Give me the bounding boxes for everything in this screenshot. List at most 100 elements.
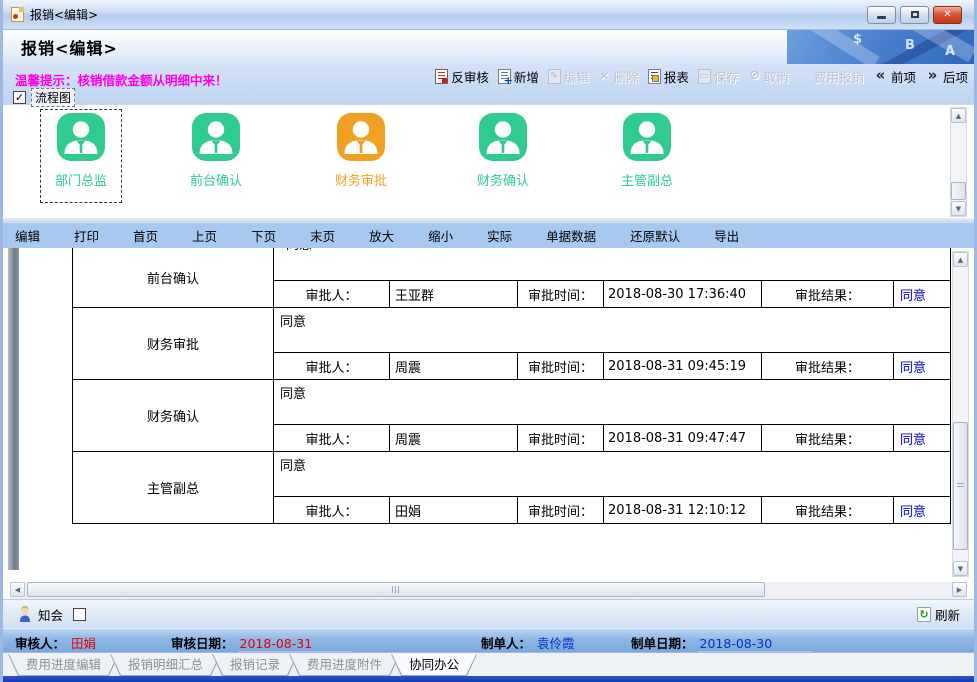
approve-time-label: 审批时间： [517, 353, 603, 379]
menu-item-label: 缩小 [428, 229, 453, 244]
report-horizontal-scrollbar[interactable]: ◀ ▶ [10, 582, 967, 599]
title-bar: 报销<编辑> ✕ [3, 0, 974, 30]
report-vertical-scrollbar[interactable]: ▲ ▼ [952, 251, 969, 577]
opinion-text: 同意 [280, 315, 306, 330]
toolbar-button-icon [648, 69, 661, 84]
menu-item-label: 导出 [714, 229, 739, 244]
page-title: 报销<编辑> [21, 35, 118, 59]
minimize-button[interactable] [867, 6, 896, 24]
audit-date-value: 2018-08-31 [238, 636, 353, 652]
menu-item-label: 末页 [310, 229, 335, 244]
flowchart-toggle-label: 流程图 [31, 88, 75, 107]
menu-zoom-in[interactable]: 放大 [369, 226, 394, 245]
menu-item-label: 打印 [74, 229, 99, 244]
flow-node-dept-director[interactable]: 部门总监 [36, 113, 126, 189]
tab-label: 费用进度附件 [289, 654, 400, 675]
flow-node-finance-approve[interactable]: 财务审批 [316, 113, 406, 189]
refresh-icon [917, 607, 931, 622]
approve-time-value: 2018-08-30 17:36:40 [603, 281, 761, 307]
approve-result-value: 同意 [893, 497, 950, 523]
notify-checkbox[interactable] [73, 608, 86, 621]
cancel-button[interactable]: 取消 [748, 67, 789, 86]
refresh-label: 刷新 [935, 605, 960, 624]
tab-expense-progress-attachments[interactable]: 费用进度附件 [289, 654, 400, 676]
expense-reimburse-button[interactable]: 费用报销 [814, 67, 864, 86]
workflow-vertical-scrollbar[interactable]: ▲ ▼ [950, 107, 967, 217]
opinion-cell: 同意 [274, 452, 950, 496]
person-avatar-icon [57, 113, 105, 161]
bottom-tab-bar: 费用进度编辑 报销明细汇总 报销记录 费用进度附件 [3, 652, 974, 676]
edit-button[interactable]: 编辑 [548, 67, 589, 86]
approve-time-value: 2018-08-31 09:47:47 [603, 425, 761, 451]
stage-name-cell: 主管副总 [73, 452, 274, 523]
approve-time-label: 审批时间： [517, 425, 603, 451]
unaudit-button[interactable]: 反审核 [435, 67, 489, 86]
toolbar-button-icon [873, 69, 888, 84]
workflow-panel: 部门总监 前台确认 [3, 104, 974, 218]
refresh-button[interactable]: 刷新 [917, 605, 964, 624]
menu-item-label: 还原默认 [630, 229, 680, 244]
menu-zoom-out[interactable]: 缩小 [428, 226, 453, 245]
approver-name: 周震 [389, 353, 517, 379]
toolbar-button-label: 反审核 [451, 67, 489, 86]
flowchart-toggle: ✓ 流程图 [13, 88, 75, 107]
toolbar-button-icon [748, 69, 761, 84]
menu-last-page[interactable]: 末页 [310, 226, 335, 245]
approve-time-value: 2018-08-31 09:45:19 [603, 353, 761, 379]
save-button[interactable]: 保存 [698, 67, 739, 86]
flowchart-checkbox[interactable]: ✓ [13, 91, 26, 104]
opinion-cell: 同意 [274, 248, 950, 280]
toolbar-button-icon [698, 69, 711, 84]
add-button[interactable]: 新增 [498, 67, 539, 86]
toolbar-band: 温馨提示：核销借款金额从明细中来！ 反审核 新增 编辑 [3, 64, 974, 104]
menu-restore-default[interactable]: 还原默认 [630, 226, 680, 245]
tab-collaborative-office[interactable]: 协同办公 [391, 654, 477, 676]
approval-row-vp: 主管副总 同意 审批人： 田娟 审批时间： 2018-08-31 12:10:1… [73, 451, 950, 523]
toolbar-button-label: 前项 [891, 67, 916, 86]
toolbar-button-label: 报表 [664, 67, 689, 86]
menu-export[interactable]: 导出 [714, 226, 739, 245]
menu-next-page[interactable]: 下页 [251, 226, 276, 245]
approver-label: 审批人： [274, 281, 389, 307]
close-button[interactable]: ✕ [933, 6, 962, 24]
tab-label: 费用进度编辑 [8, 654, 119, 675]
menu-item-label: 下页 [251, 229, 276, 244]
maker-label: 制单人： [481, 633, 531, 652]
flow-node-finance-confirm[interactable]: 财务确认 [458, 113, 548, 189]
toolbar-button-icon [498, 69, 511, 84]
stage-name-cell: 财务确认 [73, 380, 274, 451]
next-item-button[interactable]: 后项 [925, 67, 968, 86]
menu-doc-data[interactable]: 单据数据 [546, 226, 596, 245]
approve-result-label: 审批结果： [761, 497, 893, 523]
tab-reimburse-records[interactable]: 报销记录 [212, 654, 298, 676]
flow-node-front-confirm[interactable]: 前台确认 [171, 113, 261, 189]
approve-time-label: 审批时间： [517, 497, 603, 523]
tab-reimburse-detail-summary[interactable]: 报销明细汇总 [110, 654, 221, 676]
workflow-node-label: 财务审批 [316, 170, 406, 189]
menu-actual-size[interactable]: 实际 [487, 226, 512, 245]
menu-prev-page[interactable]: 上页 [192, 226, 217, 245]
opinion-text: 同意 [280, 387, 306, 402]
notify-row: 知会 刷新 [3, 599, 974, 628]
workflow-node-label: 主管副总 [602, 170, 692, 189]
header-decoration-image: $ B A [787, 30, 974, 64]
toolbar-button-icon [925, 69, 940, 84]
person-avatar-icon [337, 113, 385, 161]
toolbar-button-label: 编辑 [564, 67, 589, 86]
flow-node-vp[interactable]: 主管副总 [602, 113, 692, 189]
toolbar-button-icon [548, 69, 561, 84]
menu-edit[interactable]: 编辑 [15, 226, 40, 245]
maximize-button[interactable] [900, 6, 929, 24]
menu-first-page[interactable]: 首页 [133, 226, 158, 245]
delete-button[interactable]: 删除 [598, 67, 639, 86]
approve-result-value: 同意 [893, 353, 950, 379]
toolbar-button-label: 新增 [514, 67, 539, 86]
notice-text: 温馨提示：核销借款金额从明细中来！ [15, 70, 228, 89]
report-button[interactable]: 报表 [648, 67, 689, 86]
make-date-value: 2018-08-30 [698, 636, 813, 652]
prev-item-button[interactable]: 前项 [873, 67, 916, 86]
auditor-value: 田娟 [69, 633, 169, 653]
menu-print[interactable]: 打印 [74, 226, 99, 245]
tab-expense-progress-edit[interactable]: 费用进度编辑 [8, 654, 119, 676]
approval-row-finance-confirm: 财务确认 同意 审批人： 周震 审批时间： 2018-08-31 09:47:4… [73, 379, 950, 451]
